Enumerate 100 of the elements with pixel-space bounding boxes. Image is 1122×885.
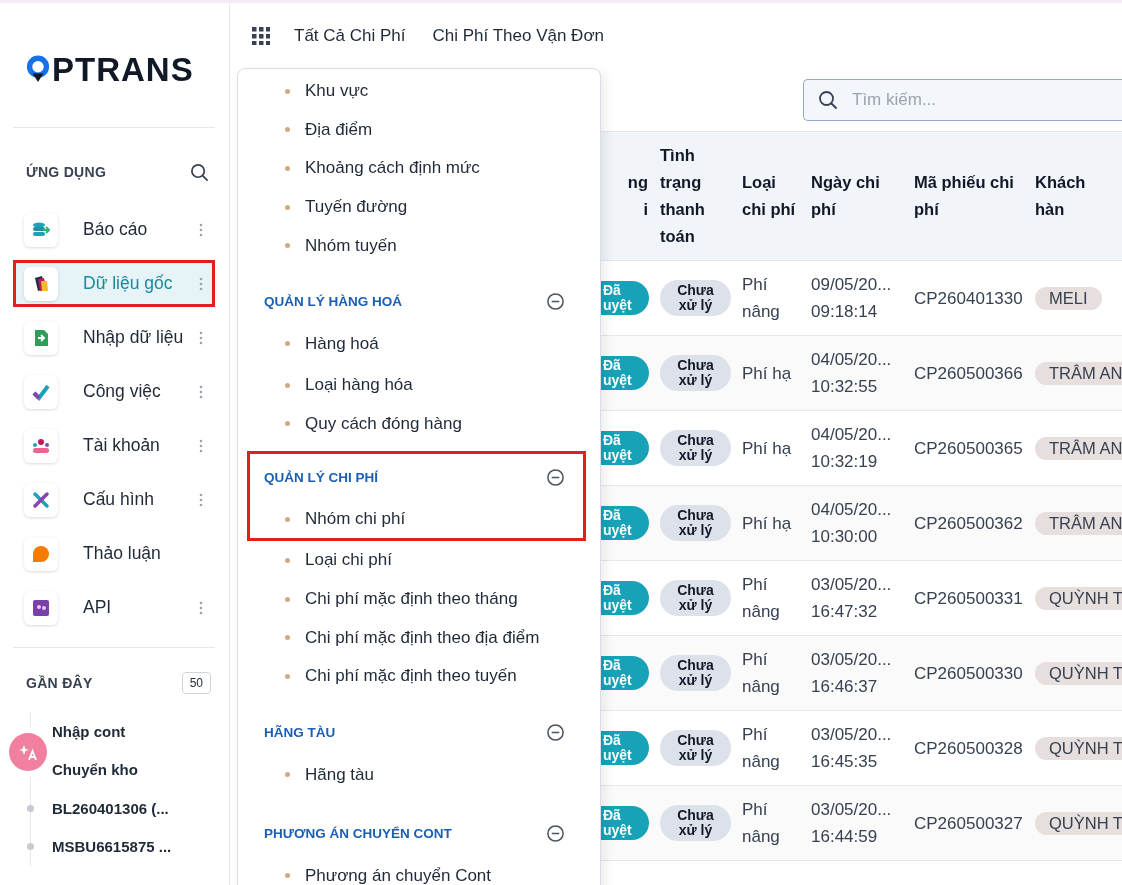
group-heading[interactable]: QUẢN LÝ CHI PHÍ xyxy=(264,469,378,485)
approval-badge: Đã uyệt xyxy=(601,506,649,540)
table-cell-text: Phí nâng xyxy=(741,274,781,323)
sidebar-item[interactable]: Báo cáo xyxy=(13,206,215,253)
search-field[interactable]: Tìm kiếm... xyxy=(803,78,1122,121)
table-cell-text: CP260500327 xyxy=(913,812,1024,835)
collapse-icon[interactable] xyxy=(546,291,565,311)
payment-status-badge: Chưa xử lý xyxy=(660,355,731,391)
payment-status-badge: Chưa xử lý xyxy=(660,505,731,541)
time-text: 16:45:35 xyxy=(811,751,879,773)
group-heading[interactable]: PHƯƠNG ÁN CHUYỂN CONT xyxy=(264,825,452,841)
table-cell-text: Phí hạ xyxy=(741,362,793,385)
customer-tag: QUỲNH T xyxy=(1035,736,1122,760)
timeline-dot xyxy=(27,843,34,851)
more-options-icon[interactable] xyxy=(199,600,203,615)
customer-tag: TRÂM AN xyxy=(1035,361,1122,385)
recent-item[interactable]: Chuyển kho xyxy=(52,761,138,779)
time-text: 16:44:59 xyxy=(811,826,879,848)
speech-bubble-icon xyxy=(31,543,51,564)
search-input[interactable]: Tìm kiếm... xyxy=(850,88,1122,111)
menu-item[interactable]: Hàng hoá xyxy=(305,333,379,354)
approval-badge: Đã uyệt xyxy=(601,356,649,390)
menu-item[interactable]: Khoảng cách định mức xyxy=(305,158,480,179)
date-text: 04/05/20... xyxy=(811,499,893,521)
more-options-icon[interactable] xyxy=(199,222,203,237)
table-cell-text: Phí nâng xyxy=(741,649,781,698)
table-cell-text: CP260500330 xyxy=(913,662,1024,685)
menu-item[interactable]: Hãng tàu xyxy=(305,764,374,785)
apps-grid-icon[interactable] xyxy=(252,26,270,45)
search-icon[interactable] xyxy=(190,162,209,182)
table-cell-text: CP260401330 xyxy=(913,287,1024,310)
menu-item[interactable]: Loại chi phí xyxy=(305,550,392,571)
more-options-icon[interactable] xyxy=(199,492,203,507)
logo-text: PTRANS xyxy=(52,52,194,86)
recent-item[interactable]: Nhập cont xyxy=(52,722,126,740)
more-options-icon[interactable] xyxy=(199,438,203,453)
more-options-icon[interactable] xyxy=(199,330,203,345)
menu-item[interactable]: Khu vực xyxy=(305,81,369,102)
sidebar-item[interactable]: Thảo luận xyxy=(13,530,215,577)
recent-item[interactable]: MSBU6615875 ... xyxy=(52,838,172,856)
approval-badge: Đã uyệt xyxy=(601,281,649,315)
column-header[interactable]: Mã phiếu chi phí xyxy=(910,169,1031,223)
column-header[interactable]: Loại chi phí xyxy=(738,169,807,223)
recent-item[interactable]: BL260401306 (... xyxy=(52,799,169,817)
menu-item[interactable]: Chi phí mặc định theo tháng xyxy=(305,589,518,610)
menu-item[interactable]: Nhóm tuyến xyxy=(305,235,397,256)
table-cell-text: Phí nâng xyxy=(741,799,781,848)
payment-status-badge: Chưa xử lý xyxy=(660,655,731,691)
date-text: 03/05/20... xyxy=(811,724,893,746)
date-text: 03/05/20... xyxy=(811,799,893,821)
menu-item[interactable]: Chi phí mặc định theo tuyến xyxy=(305,666,517,687)
collapse-icon[interactable] xyxy=(546,467,565,487)
customer-tag: QUỲNH T xyxy=(1035,661,1122,685)
section-heading: ỨNG DỤNG xyxy=(26,164,107,180)
menu-item[interactable]: Nhóm chi phí xyxy=(305,509,406,530)
menu-item[interactable]: Phương án chuyển Cont xyxy=(305,865,492,885)
payment-status-badge: Chưa xử lý xyxy=(660,430,731,466)
table-cell-text: CP260500331 xyxy=(913,587,1024,610)
more-options-icon[interactable] xyxy=(199,384,203,399)
table-cell-text: Phí nâng xyxy=(741,574,781,623)
collapse-icon[interactable] xyxy=(546,823,565,843)
group-heading[interactable]: HÃNG TÀU xyxy=(264,724,336,740)
section-heading: GẦN ĐÂY xyxy=(26,675,93,691)
column-header[interactable]: Tình trạng thanh toán xyxy=(656,142,738,250)
payment-status-badge: Chưa xử lý xyxy=(660,730,731,766)
column-header[interactable]: ng i xyxy=(601,169,656,223)
menu-item[interactable]: Loại hàng hóa xyxy=(305,375,413,396)
menu-item[interactable]: Chi phí mặc định theo địa điểm xyxy=(305,627,540,648)
column-header[interactable]: Ngày chi phí xyxy=(807,169,910,223)
menu-item[interactable]: Tuyến đường xyxy=(305,197,408,218)
date-text: 03/05/20... xyxy=(811,574,893,596)
menu-item[interactable]: Quy cách đóng hàng xyxy=(305,413,462,434)
table-cell-text: CP260500365 xyxy=(913,437,1024,460)
column-header[interactable]: Khách hàn xyxy=(1031,169,1122,223)
table-cell-text: Phí hạ xyxy=(741,437,793,460)
tools-icon xyxy=(31,489,51,510)
customer-tag: QUỲNH T xyxy=(1035,586,1122,610)
date-text: 09/05/20... xyxy=(811,274,893,296)
sidebar-item[interactable]: Tài khoản xyxy=(13,422,215,469)
sidebar-item[interactable]: Nhập dữ liệu xyxy=(13,314,215,361)
payment-status-badge: Chưa xử lý xyxy=(660,580,731,616)
collapse-icon[interactable] xyxy=(546,722,565,742)
sidebar-item[interactable]: Dữ liệu gốc xyxy=(13,260,215,307)
search-icon[interactable] xyxy=(818,89,838,110)
nav-tab[interactable]: Tất Cả Chi Phí xyxy=(294,25,406,46)
menu-item[interactable]: Địa điểm xyxy=(305,119,373,140)
table-cell-text: CP260500328 xyxy=(913,737,1024,760)
time-text: 10:30:00 xyxy=(811,526,879,548)
approval-badge: Đã uyệt xyxy=(601,581,649,615)
time-text: 10:32:55 xyxy=(811,376,879,398)
table-cell-text: CP260500366 xyxy=(913,362,1024,385)
approval-badge: Đã uyệt xyxy=(601,806,649,840)
sidebar-item[interactable]: API xyxy=(13,584,215,631)
nav-tab[interactable]: Chi Phí Theo Vận Đơn xyxy=(432,25,604,46)
group-heading[interactable]: QUẢN LÝ HÀNG HOÁ xyxy=(264,293,402,309)
sidebar-item[interactable]: Cấu hình xyxy=(13,476,215,523)
customer-tag: TRÂM AN xyxy=(1035,436,1122,460)
more-options-icon[interactable] xyxy=(199,276,203,291)
time-text: 16:47:32 xyxy=(811,601,879,623)
sidebar-item[interactable]: Công việc xyxy=(13,368,215,415)
